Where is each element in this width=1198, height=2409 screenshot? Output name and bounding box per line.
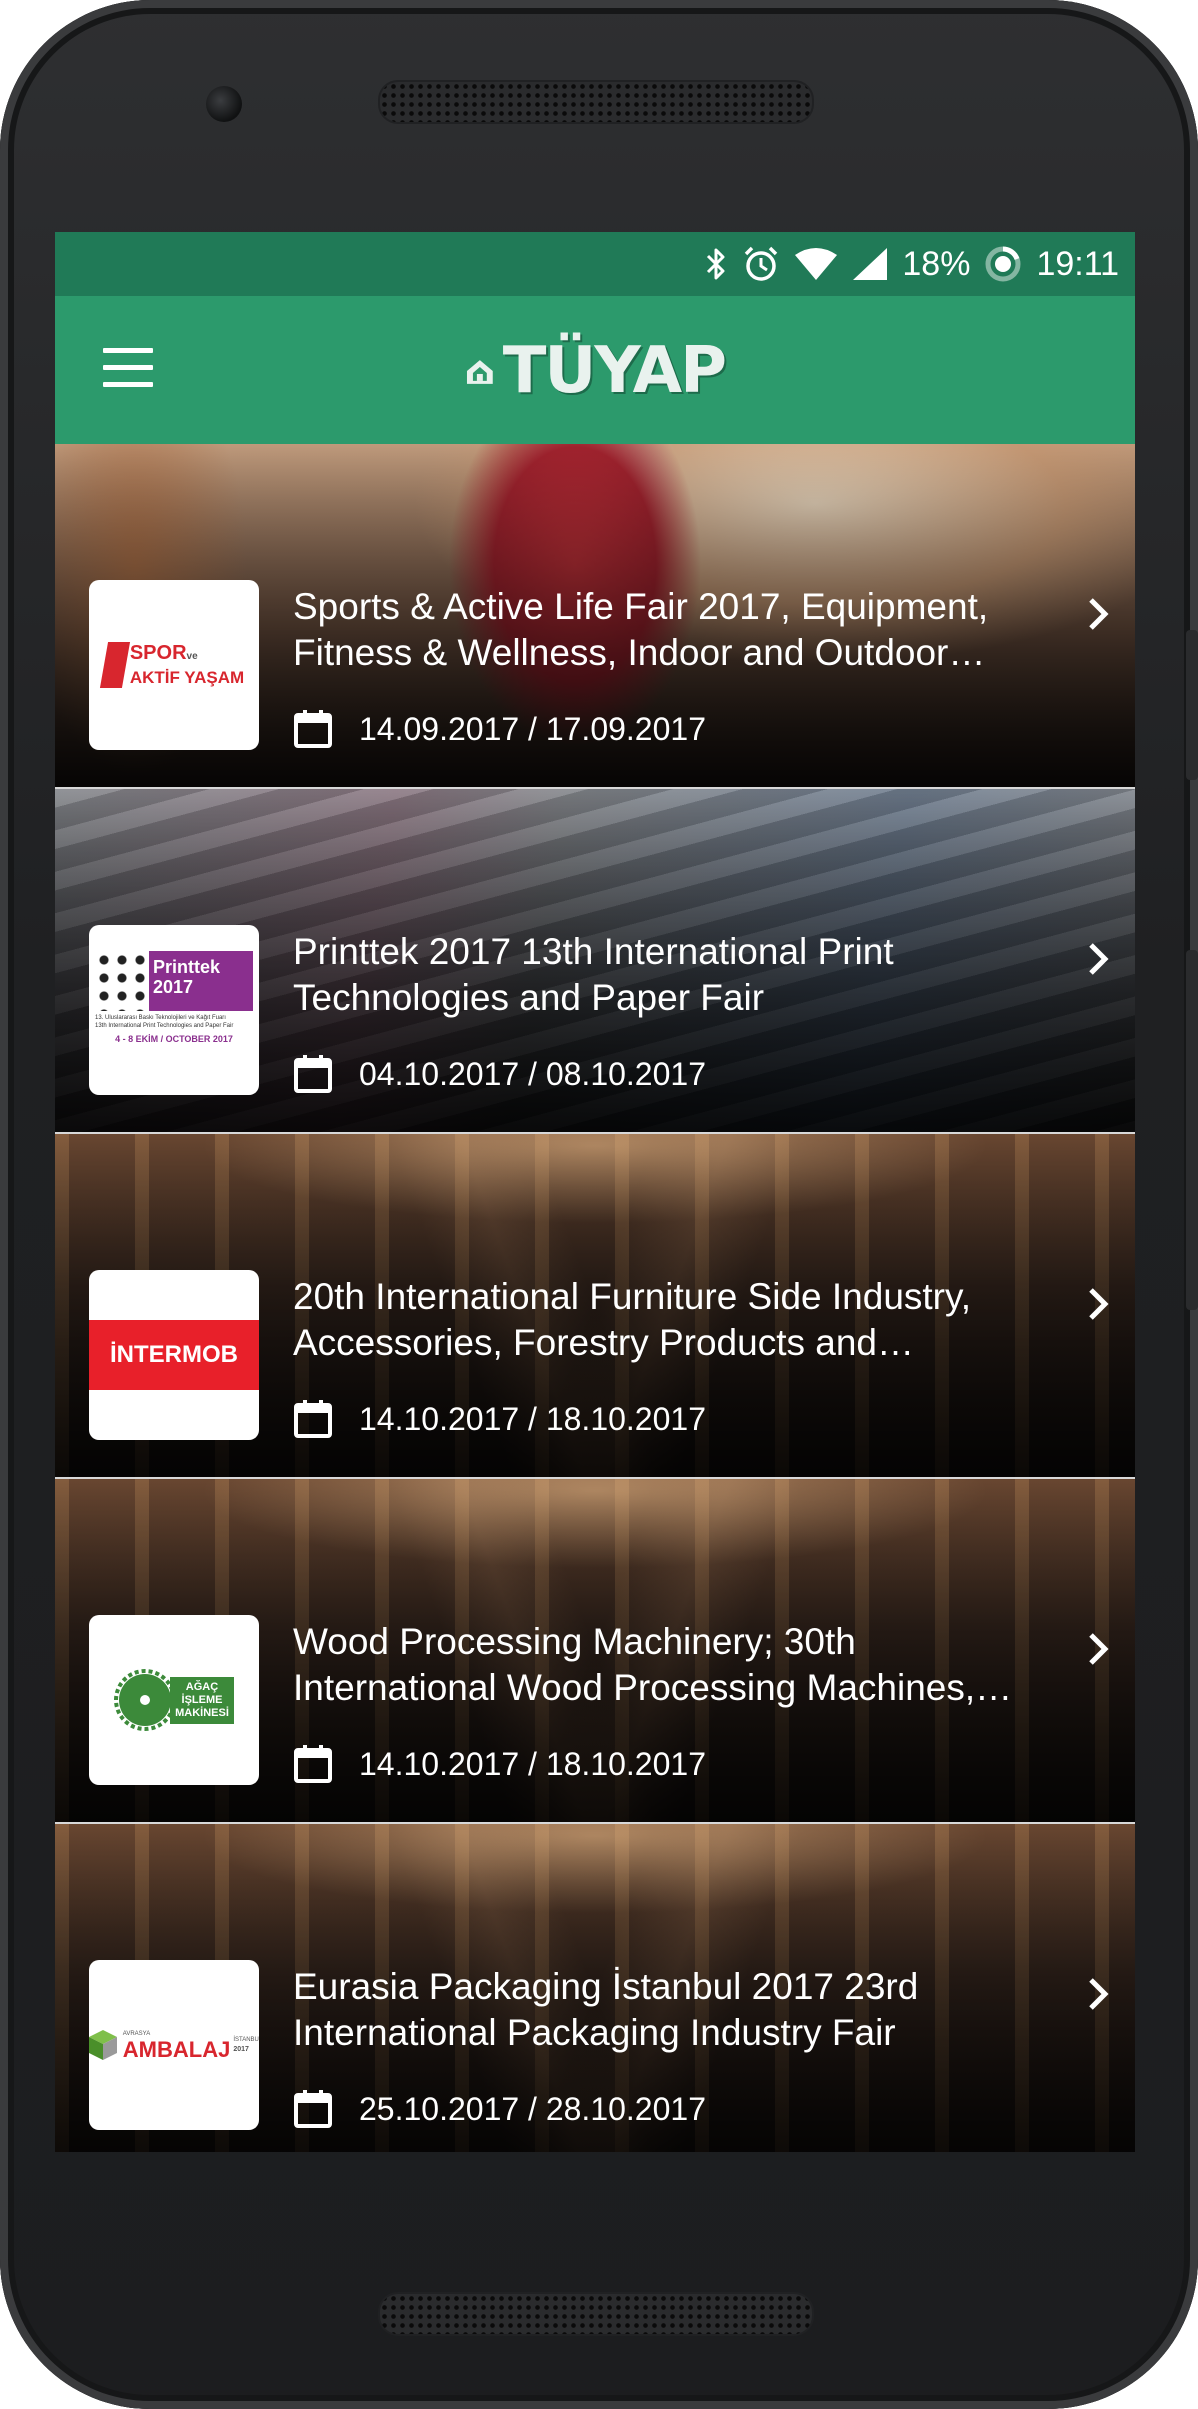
alarm-icon — [742, 245, 780, 283]
tuyap-logo: TÜYAP — [465, 326, 727, 416]
saw-blade-icon — [114, 1669, 177, 1731]
calendar-icon — [294, 1400, 332, 1438]
event-date-row: 25.10.2017 / 28.10.2017 — [293, 2084, 706, 2134]
screen: 18% 19:11 TÜYAP SPORve AKTİF YAŞAM Sport… — [55, 232, 1135, 2152]
bluetooth-icon — [704, 247, 728, 281]
event-title: Printtek 2017 13th International Print T… — [293, 931, 894, 1018]
phone-frame: 18% 19:11 TÜYAP SPORve AKTİF YAŞAM Sport… — [0, 0, 1198, 2409]
app-bar: TÜYAP — [55, 296, 1135, 444]
calendar-icon — [294, 1745, 332, 1783]
event-logo: SPORve AKTİF YAŞAM — [89, 580, 259, 750]
event-list[interactable]: SPORve AKTİF YAŞAM Sports & Active Life … — [55, 444, 1135, 2152]
wifi-icon — [794, 247, 838, 281]
logo-text: TÜYAP — [502, 334, 727, 408]
event-date: 04.10.2017 / 08.10.2017 — [359, 1055, 706, 1092]
clock: 19:11 — [1036, 244, 1119, 283]
event-title: Eurasia Packaging İstanbul 2017 23rd Int… — [293, 1966, 919, 2053]
chevron-right-icon — [1089, 598, 1109, 630]
event-title: Wood Processing Machinery; 30th Internat… — [293, 1621, 976, 1708]
logo-house-icon — [466, 360, 493, 384]
event-date-row: 14.10.2017 / 18.10.2017 — [293, 1394, 706, 1444]
battery-icon — [984, 245, 1022, 283]
event-card[interactable]: SPORve AKTİF YAŞAM Sports & Active Life … — [55, 444, 1135, 789]
bottom-speaker — [378, 2292, 814, 2336]
event-date: 14.09.2017 / 17.09.2017 — [359, 710, 706, 747]
event-date: 14.10.2017 / 18.10.2017 — [359, 1745, 706, 1782]
event-card[interactable]: AVRASYA AMBALAJ İSTANBUL 2017 Eurasia Pa… — [55, 1824, 1135, 2152]
event-date-row: 04.10.2017 / 08.10.2017 — [293, 1049, 706, 1099]
calendar-icon — [294, 2090, 332, 2128]
volume-button — [1186, 630, 1198, 780]
event-logo: Printtek 2017 13. Uluslararası Baskı Tek… — [89, 925, 259, 1095]
event-date: 25.10.2017 / 28.10.2017 — [359, 2090, 706, 2127]
front-camera — [206, 86, 242, 122]
battery-percent: 18% — [902, 244, 971, 283]
event-logo: İNTERMOB — [89, 1270, 259, 1440]
event-logo: AĞAÇ İŞLEME MAKİNESİ — [89, 1615, 259, 1785]
event-card[interactable]: AĞAÇ İŞLEME MAKİNESİ Wood Processing Mac… — [55, 1479, 1135, 1824]
power-button — [1186, 950, 1198, 1310]
event-card[interactable]: İNTERMOB 20th International Furniture Si… — [55, 1134, 1135, 1479]
event-date: 14.10.2017 / 18.10.2017 — [359, 1400, 706, 1437]
calendar-icon — [294, 710, 332, 748]
event-card[interactable]: Printtek 2017 13. Uluslararası Baskı Tek… — [55, 789, 1135, 1134]
status-bar: 18% 19:11 — [55, 232, 1135, 296]
event-date-row: 14.10.2017 / 18.10.2017 — [293, 1739, 706, 1789]
event-date-row: 14.09.2017 / 17.09.2017 — [293, 704, 706, 754]
event-title: Sports & Active Life Fair 2017, Equipmen… — [293, 586, 989, 673]
package-cube-icon — [89, 2030, 117, 2060]
chevron-right-icon — [1089, 1978, 1109, 2010]
chevron-right-icon — [1089, 1288, 1109, 1320]
earpiece-speaker — [378, 80, 814, 124]
event-title: 20th International Furniture Side Indust… — [293, 1276, 972, 1363]
signal-icon — [852, 247, 888, 281]
chevron-right-icon — [1089, 943, 1109, 975]
calendar-icon — [294, 1055, 332, 1093]
event-logo: AVRASYA AMBALAJ İSTANBUL 2017 — [89, 1960, 259, 2130]
chevron-right-icon — [1089, 1633, 1109, 1665]
hamburger-menu-icon[interactable] — [103, 348, 153, 388]
